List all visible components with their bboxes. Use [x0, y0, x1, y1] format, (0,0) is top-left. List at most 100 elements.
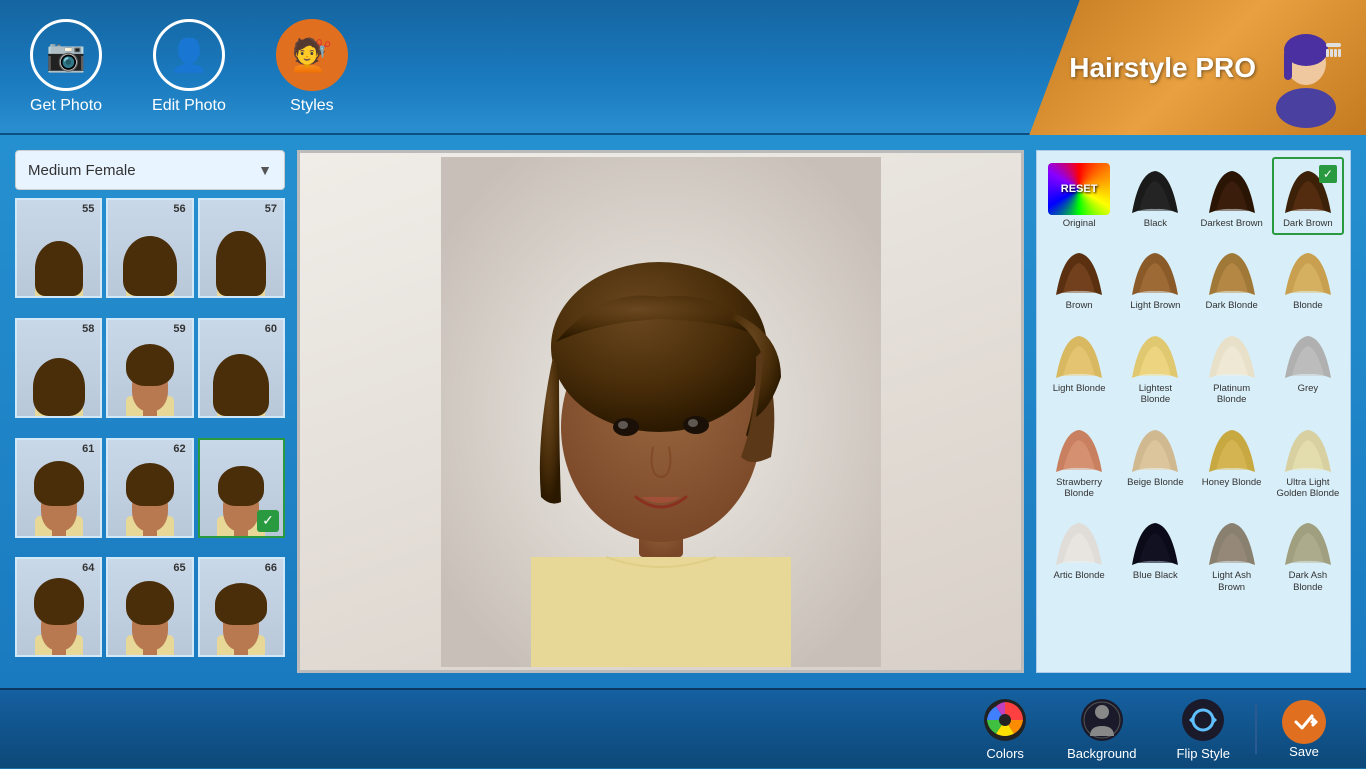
style-number: 55: [82, 203, 94, 215]
style-number: 66: [265, 562, 277, 574]
beige-blonde-swatch: [1124, 422, 1186, 474]
color-label: Ultra Light Golden Blonde: [1276, 477, 1340, 500]
style-item-62[interactable]: 62: [106, 438, 193, 538]
app-logo: Hairstyle PRO: [1029, 0, 1366, 135]
color-light-brown[interactable]: Light Brown: [1119, 239, 1191, 317]
style-item-57[interactable]: 57: [198, 198, 285, 298]
color-original[interactable]: RESET Original: [1043, 157, 1115, 235]
color-label: Dark Brown: [1283, 218, 1333, 229]
save-button[interactable]: Save: [1262, 692, 1346, 767]
color-lightest-blonde[interactable]: Lightest Blonde: [1119, 322, 1191, 412]
dark-blonde-swatch: [1201, 245, 1263, 297]
style-item-66[interactable]: 66: [198, 557, 285, 657]
color-darkest-brown[interactable]: Darkest Brown: [1196, 157, 1268, 235]
style-item-59[interactable]: 59: [106, 318, 193, 418]
honey-blonde-swatch: [1201, 422, 1263, 474]
style-number: 58: [82, 323, 94, 335]
color-label: Artic Blonde: [1054, 570, 1105, 581]
colors-icon: [983, 698, 1027, 742]
styles-label: Styles: [290, 97, 334, 115]
style-number: 56: [173, 203, 185, 215]
style-number: 60: [265, 323, 277, 335]
style-number: 61: [82, 443, 94, 455]
style-number: 57: [265, 203, 277, 215]
color-label: Strawberry Blonde: [1047, 477, 1111, 500]
style-item-56[interactable]: 56: [106, 198, 193, 298]
nav-edit-photo[interactable]: 👤 Edit Photo: [152, 19, 226, 115]
color-blonde[interactable]: Blonde: [1272, 239, 1344, 317]
color-label: Beige Blonde: [1127, 477, 1184, 488]
preview-panel: [297, 150, 1024, 673]
color-artic-blonde[interactable]: Artic Blonde: [1043, 509, 1115, 599]
color-grid: RESET Original Black: [1043, 157, 1344, 599]
colors-button[interactable]: Colors: [963, 690, 1047, 769]
blue-black-swatch: [1124, 515, 1186, 567]
selected-checkmark: ✓: [257, 510, 279, 532]
color-blue-black[interactable]: Blue Black: [1119, 509, 1191, 599]
color-label: Blue Black: [1133, 570, 1178, 581]
strawberry-blonde-swatch: [1048, 422, 1110, 474]
nav-styles[interactable]: 💇 Styles: [276, 19, 348, 115]
style-item-64[interactable]: 64: [15, 557, 102, 657]
color-platinum-blonde[interactable]: Platinum Blonde: [1196, 322, 1268, 412]
color-label: Platinum Blonde: [1200, 383, 1264, 406]
save-icon: [1282, 700, 1326, 744]
color-light-ash-brown[interactable]: Light Ash Brown: [1196, 509, 1268, 599]
style-item-63[interactable]: ✓: [198, 438, 285, 538]
color-label: Light Ash Brown: [1200, 570, 1264, 593]
background-label: Background: [1067, 746, 1136, 761]
background-button[interactable]: Background: [1047, 690, 1156, 769]
color-label: Darkest Brown: [1200, 218, 1262, 229]
color-panel: RESET Original Black: [1036, 150, 1351, 673]
toolbar-divider: [1255, 704, 1257, 754]
style-item-65[interactable]: 65: [106, 557, 193, 657]
style-number: 62: [173, 443, 185, 455]
style-grid: 55 56 57: [15, 198, 285, 673]
style-item-60[interactable]: 60: [198, 318, 285, 418]
style-number: 64: [82, 562, 94, 574]
color-dark-blonde[interactable]: Dark Blonde: [1196, 239, 1268, 317]
style-number: 59: [173, 323, 185, 335]
original-swatch: RESET: [1048, 163, 1110, 215]
style-item-61[interactable]: 61: [15, 438, 102, 538]
color-dark-ash-blonde[interactable]: Dark Ash Blonde: [1272, 509, 1344, 599]
color-brown[interactable]: Brown: [1043, 239, 1115, 317]
dark-ash-blonde-swatch: [1277, 515, 1339, 567]
style-item-58[interactable]: 58: [15, 318, 102, 418]
footer-toolbar: Colors Background Flip Style: [0, 688, 1366, 768]
style-category-dropdown[interactable]: Medium Female ▼: [15, 150, 285, 190]
flip-style-icon: [1181, 698, 1225, 742]
color-light-blonde[interactable]: Light Blonde: [1043, 322, 1115, 412]
header: 📷 Get Photo 👤 Edit Photo 💇 Styles Hairst…: [0, 0, 1366, 135]
color-beige-blonde[interactable]: Beige Blonde: [1119, 416, 1191, 506]
color-black[interactable]: Black: [1119, 157, 1191, 235]
color-label: Grey: [1298, 383, 1319, 394]
logo-illustration: [1266, 8, 1346, 128]
logo-text: Hairstyle PRO: [1069, 52, 1256, 84]
hairstyle-preview: [300, 153, 1021, 670]
color-grey[interactable]: Grey: [1272, 322, 1344, 412]
style-item-55[interactable]: 55: [15, 198, 102, 298]
blonde-swatch: [1277, 245, 1339, 297]
colors-label: Colors: [986, 746, 1024, 761]
nav-get-photo[interactable]: 📷 Get Photo: [30, 19, 102, 115]
color-label: Honey Blonde: [1202, 477, 1262, 488]
color-label: Brown: [1066, 300, 1093, 311]
light-blonde-swatch: [1048, 328, 1110, 380]
save-label: Save: [1289, 744, 1319, 759]
background-icon: [1080, 698, 1124, 742]
color-label: Black: [1144, 218, 1167, 229]
ultra-light-swatch: [1277, 422, 1339, 474]
dark-brown-swatch: ✓: [1277, 163, 1339, 215]
brown-swatch: [1048, 245, 1110, 297]
edit-photo-icon: 👤: [153, 19, 225, 91]
black-swatch: [1124, 163, 1186, 215]
color-strawberry-blonde[interactable]: Strawberry Blonde: [1043, 416, 1115, 506]
flip-style-button[interactable]: Flip Style: [1157, 690, 1250, 769]
color-ultra-light-golden[interactable]: Ultra Light Golden Blonde: [1272, 416, 1344, 506]
get-photo-label: Get Photo: [30, 97, 102, 115]
style-panel: Medium Female ▼ 55: [15, 150, 285, 673]
style-number: 65: [173, 562, 185, 574]
color-honey-blonde[interactable]: Honey Blonde: [1196, 416, 1268, 506]
color-dark-brown[interactable]: ✓ Dark Brown: [1272, 157, 1344, 235]
